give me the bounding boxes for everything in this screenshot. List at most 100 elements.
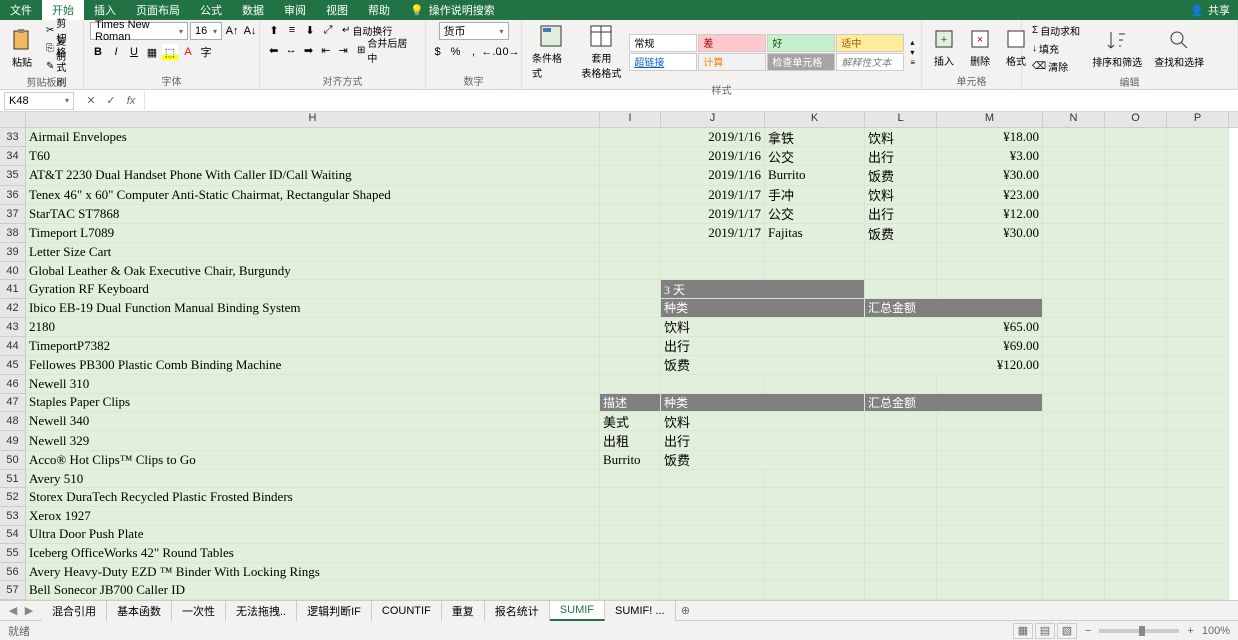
cell[interactable]: 2019/1/17 (661, 186, 765, 205)
sheet-tab[interactable]: COUNTIF (372, 601, 442, 621)
cell[interactable] (600, 526, 661, 545)
cell[interactable]: 出租 (600, 431, 661, 450)
row-header[interactable]: 50 (0, 451, 26, 470)
decrease-decimal-button[interactable]: .0→ (502, 44, 518, 60)
cell[interactable]: Newell 340 (26, 412, 600, 431)
increase-font-button[interactable]: A↑ (224, 23, 240, 39)
row-header[interactable]: 33 (0, 128, 26, 147)
select-all-corner[interactable] (0, 112, 26, 127)
cell[interactable] (1043, 280, 1105, 299)
row-header[interactable]: 41 (0, 280, 26, 299)
cell[interactable]: AT&T 2230 Dual Handset Phone With Caller… (26, 166, 600, 185)
zoom-value[interactable]: 100% (1202, 625, 1230, 637)
cell[interactable] (661, 488, 765, 507)
number-format-combo[interactable]: 货币▾ (439, 22, 509, 40)
cell[interactable] (661, 375, 765, 394)
cell[interactable] (865, 431, 937, 450)
cell[interactable] (937, 431, 1043, 450)
cell[interactable]: Avery Heavy-Duty EZD ™ Binder With Locki… (26, 563, 600, 582)
cell[interactable] (937, 412, 1043, 431)
font-name-combo[interactable]: Times New Roman▾ (90, 22, 188, 40)
cell[interactable] (1105, 299, 1167, 318)
col-header-H[interactable]: H (26, 112, 600, 127)
cell[interactable] (1043, 337, 1105, 356)
cell[interactable] (1105, 431, 1167, 450)
cell[interactable] (865, 451, 937, 470)
cell[interactable] (1167, 356, 1229, 375)
cell[interactable] (865, 526, 937, 545)
cell[interactable]: 饮料 (865, 186, 937, 205)
row-header[interactable]: 42 (0, 299, 26, 318)
cell[interactable] (1105, 394, 1167, 413)
row-header[interactable]: 46 (0, 375, 26, 394)
cell[interactable]: StarTAC ST7868 (26, 205, 600, 224)
cell[interactable] (1043, 262, 1105, 281)
cell[interactable] (1105, 526, 1167, 545)
paste-button[interactable]: 粘贴 (6, 26, 38, 71)
row-header[interactable]: 37 (0, 205, 26, 224)
cell[interactable]: 饭费 (865, 224, 937, 243)
cell[interactable]: ¥23.00 (937, 186, 1043, 205)
cell[interactable] (865, 507, 937, 526)
cell[interactable]: 2019/1/17 (661, 224, 765, 243)
row-header[interactable]: 35 (0, 166, 26, 185)
phonetic-button[interactable]: 字 (198, 44, 214, 60)
cell[interactable] (1105, 470, 1167, 489)
cell[interactable] (1167, 488, 1229, 507)
cell[interactable]: 种类 (661, 299, 865, 318)
row-header[interactable]: 53 (0, 507, 26, 526)
col-header-L[interactable]: L (865, 112, 937, 127)
add-sheet-button[interactable]: ⊕ (676, 604, 696, 617)
cell[interactable]: ¥30.00 (937, 224, 1043, 243)
cell[interactable] (1167, 470, 1229, 489)
cell[interactable] (1167, 147, 1229, 166)
delete-cells-button[interactable]: ×删除 (964, 25, 996, 70)
cell[interactable]: 公交 (765, 205, 865, 224)
cell[interactable]: Staples Paper Clips (26, 394, 600, 413)
zoom-in-button[interactable]: + (1187, 625, 1193, 637)
cell[interactable] (661, 470, 765, 489)
cell[interactable]: Acco® Hot Clips™ Clips to Go (26, 451, 600, 470)
cell[interactable] (661, 526, 765, 545)
cell[interactable] (765, 507, 865, 526)
increase-decimal-button[interactable]: ←.0 (484, 44, 500, 60)
cell[interactable]: 2019/1/16 (661, 128, 765, 147)
cell[interactable] (1167, 431, 1229, 450)
cell[interactable] (865, 488, 937, 507)
cell[interactable]: ¥120.00 (865, 356, 1043, 375)
cell[interactable] (1167, 337, 1229, 356)
cell[interactable]: Timeport L7089 (26, 224, 600, 243)
cell[interactable] (937, 375, 1043, 394)
underline-button[interactable]: U (126, 44, 142, 60)
tab-review[interactable]: 审阅 (274, 0, 316, 20)
cell[interactable] (661, 243, 765, 262)
cell[interactable] (865, 563, 937, 582)
style-check[interactable]: 检查单元格 (767, 53, 835, 71)
sheet-tab[interactable]: 混合引用 (42, 601, 107, 621)
cell[interactable] (661, 544, 765, 563)
cell[interactable] (765, 262, 865, 281)
cell[interactable]: ¥65.00 (865, 318, 1043, 337)
cell[interactable] (1043, 166, 1105, 185)
cell[interactable] (1105, 375, 1167, 394)
find-select-button[interactable]: 查找和选择 (1150, 26, 1208, 71)
page-break-view-button[interactable]: ▧ (1057, 623, 1077, 639)
cell[interactable]: 美式 (600, 412, 661, 431)
cell[interactable] (1167, 128, 1229, 147)
cell[interactable]: Letter Size Cart (26, 243, 600, 262)
cell[interactable]: 2019/1/17 (661, 205, 765, 224)
cell[interactable] (1105, 243, 1167, 262)
cell[interactable]: 汇总金额 (865, 299, 1043, 318)
font-size-combo[interactable]: 16▾ (190, 22, 222, 40)
cell[interactable] (1167, 581, 1229, 600)
row-header[interactable]: 56 (0, 563, 26, 582)
cell[interactable] (1105, 412, 1167, 431)
cell[interactable] (600, 243, 661, 262)
style-neutral[interactable]: 适中 (836, 34, 904, 52)
cell[interactable] (1043, 186, 1105, 205)
cell[interactable] (1105, 563, 1167, 582)
cell[interactable] (937, 280, 1043, 299)
col-header-I[interactable]: I (600, 112, 661, 127)
cell[interactable] (600, 356, 661, 375)
cell[interactable]: Newell 329 (26, 431, 600, 450)
